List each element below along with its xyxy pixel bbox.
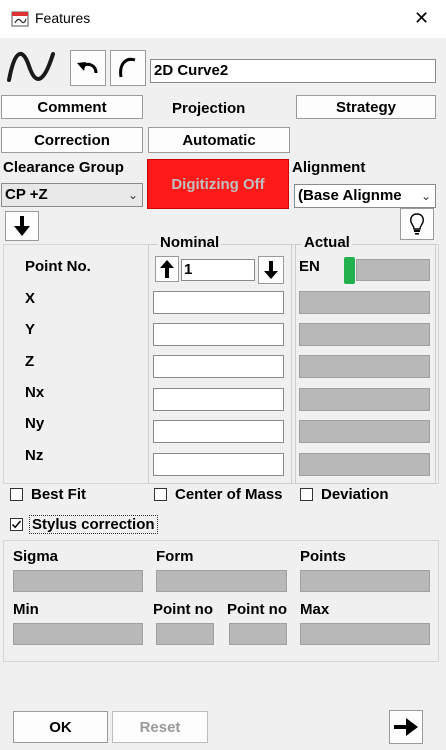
point-up-button[interactable]: [155, 256, 179, 282]
row-label-ny: Ny: [25, 415, 45, 432]
arrow-up-icon: [160, 260, 174, 278]
arrow-right-icon: [394, 718, 418, 736]
alignment-value: (Base Alignme: [298, 187, 402, 204]
correction-button[interactable]: Correction: [1, 127, 143, 153]
actual-nz-field: [299, 453, 430, 476]
actual-z-field: [299, 355, 430, 378]
points-field: [300, 570, 430, 592]
points-label: Points: [300, 548, 346, 565]
arrow-down-icon: [264, 261, 278, 279]
center-of-mass-checkbox[interactable]: [154, 488, 167, 501]
window-title: Features: [35, 10, 91, 26]
max-field: [300, 623, 430, 645]
reset-button[interactable]: Reset: [112, 711, 208, 743]
lightbulb-icon: [410, 213, 424, 235]
deviation-checkbox[interactable]: [300, 488, 313, 501]
clearance-group-select[interactable]: CP +Z ⌄: [1, 183, 143, 207]
sigma-field: [13, 570, 143, 592]
close-icon[interactable]: ✕: [414, 8, 429, 29]
app-icon: [11, 11, 29, 27]
sigma-label: Sigma: [13, 548, 59, 565]
alignment-select[interactable]: (Base Alignme ⌄: [294, 184, 436, 208]
min-label: Min: [13, 601, 39, 618]
row-label-nz: Nz: [25, 447, 44, 464]
en-value-field: [356, 259, 430, 281]
point-no-label: Point No.: [25, 258, 91, 275]
en-indicator: [344, 257, 355, 284]
strategy-button[interactable]: Strategy: [296, 95, 436, 119]
best-fit-checkbox[interactable]: [10, 488, 23, 501]
hint-button[interactable]: [400, 208, 434, 240]
min-point-no-label: Point no: [153, 601, 213, 618]
max-label: Max: [300, 601, 330, 618]
form-label: Form: [156, 548, 194, 565]
nominal-ny-field[interactable]: [153, 420, 284, 443]
point-no-field[interactable]: 1: [181, 259, 255, 281]
chevron-down-icon: ⌄: [127, 188, 138, 202]
point-down-button[interactable]: [258, 256, 284, 284]
clearance-group-value: CP +Z: [5, 186, 48, 203]
comment-button[interactable]: Comment: [1, 95, 143, 119]
actual-y-field: [299, 323, 430, 346]
nominal-label: Nominal: [158, 234, 222, 251]
en-label: EN: [299, 258, 320, 275]
nominal-y-field[interactable]: [153, 323, 284, 346]
min-field: [13, 623, 143, 645]
deviation-label: Deviation: [321, 486, 389, 503]
nominal-z-field[interactable]: [153, 355, 284, 378]
projection-label: Projection: [172, 100, 246, 117]
max-point-no-label: Point no: [227, 601, 287, 618]
nominal-x-field[interactable]: [153, 291, 284, 314]
arrow-down-icon: [14, 216, 30, 236]
alignment-label: Alignment: [292, 159, 366, 176]
actual-label: Actual: [302, 234, 352, 251]
curve-icon[interactable]: [5, 44, 57, 90]
stylus-correction-label: Stylus correction: [29, 515, 158, 534]
move-down-button[interactable]: [5, 211, 39, 241]
stylus-correction-checkbox[interactable]: [10, 518, 23, 531]
row-label-z: Z: [25, 353, 35, 370]
row-label-x: X: [25, 290, 36, 307]
nominal-nz-field[interactable]: [153, 453, 284, 476]
nominal-nx-field[interactable]: [153, 388, 284, 411]
arc-button[interactable]: [110, 50, 146, 86]
automatic-button[interactable]: Automatic: [148, 127, 290, 153]
chevron-down-icon: ⌄: [418, 185, 431, 207]
digitizing-button[interactable]: Digitizing Off: [147, 159, 289, 209]
clearance-group-label: Clearance Group: [3, 159, 124, 176]
arc-icon: [119, 57, 136, 78]
checkmark-icon: [11, 520, 22, 529]
undo-button[interactable]: [70, 50, 106, 86]
center-of-mass-label: Center of Mass: [175, 486, 283, 503]
max-point-no-field: [229, 623, 287, 645]
feature-name-field[interactable]: 2D Curve2: [150, 59, 436, 83]
actual-ny-field: [299, 420, 430, 443]
ok-button[interactable]: OK: [13, 711, 108, 743]
best-fit-label: Best Fit: [31, 486, 87, 503]
actual-nx-field: [299, 388, 430, 411]
next-button[interactable]: [389, 710, 423, 744]
form-field: [156, 570, 287, 592]
actual-x-field: [299, 291, 430, 314]
row-label-y: Y: [25, 321, 36, 338]
min-point-no-field: [156, 623, 214, 645]
row-label-nx: Nx: [25, 384, 45, 401]
undo-icon: [77, 62, 98, 74]
